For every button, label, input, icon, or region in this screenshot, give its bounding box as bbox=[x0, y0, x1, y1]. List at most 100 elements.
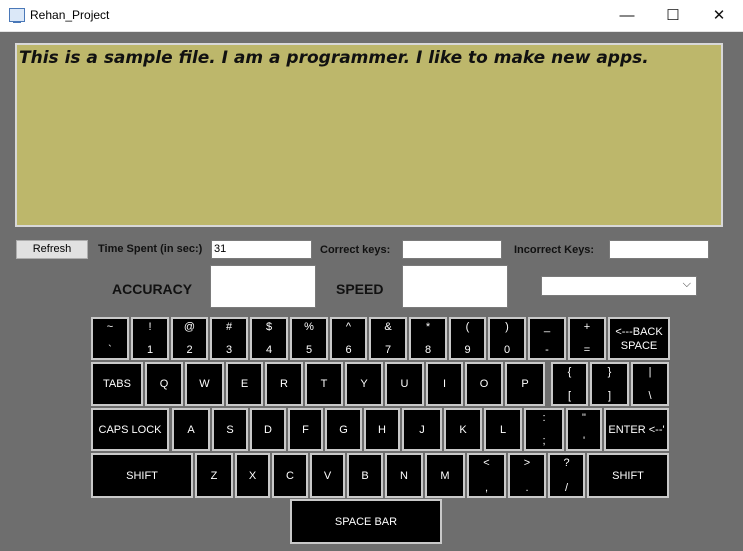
key-5[interactable]: % 5 bbox=[290, 317, 328, 360]
key-base-symbol: 1 bbox=[146, 344, 154, 356]
key-caps-lock[interactable]: CAPS LOCK bbox=[91, 408, 169, 451]
key-symbol[interactable]: {[ bbox=[551, 362, 588, 406]
key-f[interactable]: F bbox=[288, 408, 323, 451]
key-label: T bbox=[320, 378, 328, 390]
key-n[interactable]: N bbox=[385, 453, 423, 498]
key-symbol[interactable]: <, bbox=[467, 453, 506, 498]
key-back-space[interactable]: <---BACK SPACE bbox=[608, 317, 670, 360]
key-label: V bbox=[323, 469, 332, 482]
key-base-symbol: - bbox=[545, 344, 549, 356]
key-d[interactable]: D bbox=[250, 408, 286, 451]
close-button[interactable]: ✕ bbox=[696, 0, 742, 31]
key-shift[interactable]: SHIFT bbox=[91, 453, 193, 498]
key-label: H bbox=[378, 423, 386, 436]
minimize-button[interactable]: — bbox=[604, 0, 650, 31]
key-p[interactable]: P bbox=[505, 362, 545, 406]
key-shift-symbol: ^ bbox=[345, 321, 352, 333]
key-6[interactable]: ^ 6 bbox=[330, 317, 367, 360]
key-base-symbol: . bbox=[525, 482, 529, 494]
key-label: U bbox=[400, 378, 409, 390]
incorrect-keys-field[interactable] bbox=[609, 240, 709, 259]
key-shift-symbol: $ bbox=[265, 321, 273, 333]
key-y[interactable]: Y bbox=[345, 362, 383, 406]
key-label: A bbox=[187, 423, 195, 436]
key-b[interactable]: B bbox=[347, 453, 383, 498]
key-label: F bbox=[302, 423, 309, 436]
key-r[interactable]: R bbox=[265, 362, 303, 406]
key-label: R bbox=[280, 378, 288, 390]
key-shift-symbol: ~ bbox=[106, 321, 114, 333]
key-label: D bbox=[264, 423, 272, 436]
key-label: O bbox=[479, 378, 489, 390]
key-symbol[interactable]: }] bbox=[590, 362, 629, 406]
key-enter[interactable]: ENTER <--' bbox=[604, 408, 669, 451]
chevron-down-icon: ⌵ bbox=[682, 278, 691, 290]
key-symbol[interactable]: " ' bbox=[566, 408, 602, 451]
key-shift-symbol: < bbox=[483, 457, 490, 469]
maximize-button[interactable]: ☐ bbox=[650, 0, 696, 31]
key-9[interactable]: (9 bbox=[449, 317, 486, 360]
key-shift[interactable]: SHIFT bbox=[587, 453, 669, 498]
key-shift-symbol: * bbox=[425, 321, 431, 333]
key-i[interactable]: I bbox=[426, 362, 463, 406]
key-o[interactable]: O bbox=[465, 362, 503, 406]
key-g[interactable]: G bbox=[325, 408, 362, 451]
key-symbol[interactable]: >. bbox=[508, 453, 546, 498]
key-symbol[interactable]: ~ ` bbox=[91, 317, 129, 360]
key-symbol[interactable]: _ - bbox=[528, 317, 566, 360]
key-2[interactable]: @2 bbox=[171, 317, 208, 360]
key-label: L bbox=[499, 423, 507, 436]
key-8[interactable]: * 8 bbox=[409, 317, 447, 360]
key-z[interactable]: Z bbox=[195, 453, 233, 498]
key-label: S bbox=[226, 423, 234, 436]
key-space-bar[interactable]: SPACE BAR bbox=[290, 499, 442, 544]
key-shift-symbol: } bbox=[607, 366, 612, 378]
key-a[interactable]: A bbox=[172, 408, 210, 451]
key-4[interactable]: $4 bbox=[250, 317, 288, 360]
text-editor[interactable]: This is a sample file. I am a programmer… bbox=[15, 43, 723, 227]
key-label: W bbox=[199, 378, 210, 390]
key-shift-symbol: & bbox=[384, 321, 392, 333]
key-j[interactable]: J bbox=[402, 408, 442, 451]
key-base-symbol: , bbox=[484, 482, 489, 494]
key-0[interactable]: ) 0 bbox=[488, 317, 526, 360]
key-symbol[interactable]: + = bbox=[568, 317, 606, 360]
key-m[interactable]: M bbox=[425, 453, 465, 498]
client-area: This is a sample file. I am a programmer… bbox=[0, 32, 743, 551]
key-c[interactable]: C bbox=[272, 453, 308, 498]
key-h[interactable]: H bbox=[364, 408, 400, 451]
key-w[interactable]: W bbox=[185, 362, 224, 406]
key-symbol[interactable]: | \ bbox=[631, 362, 669, 406]
key-shift-symbol: % bbox=[304, 321, 314, 333]
options-dropdown[interactable]: ⌵ bbox=[541, 276, 697, 296]
key-7[interactable]: & 7 bbox=[369, 317, 407, 360]
key-symbol[interactable]: :; bbox=[524, 408, 564, 451]
key-label: M bbox=[440, 469, 450, 482]
speed-field[interactable] bbox=[402, 265, 508, 308]
key-shift-symbol: ( bbox=[465, 321, 470, 333]
key-label: CAPS LOCK bbox=[98, 423, 162, 436]
key-tabs[interactable]: TABS bbox=[91, 362, 143, 406]
key-base-symbol: 7 bbox=[384, 344, 392, 356]
key-k[interactable]: K bbox=[444, 408, 482, 451]
accuracy-field[interactable] bbox=[210, 265, 316, 308]
key-v[interactable]: V bbox=[310, 453, 345, 498]
key-t[interactable]: T bbox=[305, 362, 343, 406]
key-1[interactable]: ! 1 bbox=[131, 317, 169, 360]
key-x[interactable]: X bbox=[235, 453, 270, 498]
key-base-symbol: = bbox=[583, 344, 591, 356]
key-u[interactable]: U bbox=[385, 362, 424, 406]
key-base-symbol: ] bbox=[607, 390, 612, 402]
refresh-button[interactable]: Refresh bbox=[16, 240, 88, 259]
accuracy-label: ACCURACY bbox=[112, 281, 193, 297]
key-3[interactable]: #3 bbox=[210, 317, 248, 360]
key-s[interactable]: S bbox=[212, 408, 248, 451]
key-shift-symbol: " bbox=[582, 412, 586, 424]
key-l[interactable]: L bbox=[484, 408, 522, 451]
key-e[interactable]: E bbox=[226, 362, 263, 406]
key-symbol[interactable]: ? / bbox=[548, 453, 585, 498]
correct-keys-field[interactable] bbox=[402, 240, 502, 259]
time-spent-field[interactable]: 31 bbox=[211, 240, 312, 259]
time-spent-label: Time Spent (in sec:) bbox=[98, 243, 203, 255]
key-q[interactable]: Q bbox=[145, 362, 183, 406]
